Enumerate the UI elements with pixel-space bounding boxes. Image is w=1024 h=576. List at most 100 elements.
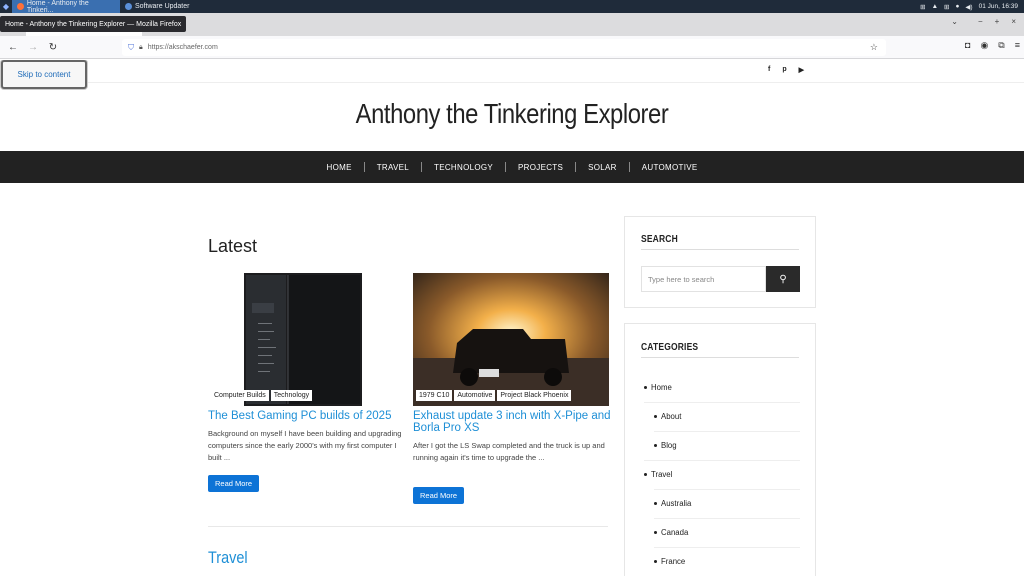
search-button[interactable]: ⚲ [766,266,800,292]
read-more-button[interactable]: Read More [413,487,465,504]
post-categories: 1979 C10 Automotive Project Black Phoeni… [416,390,572,401]
extensions-icon[interactable]: ⧉ [998,40,1004,51]
travel-section-heading[interactable]: Travel [208,548,248,568]
nav-item-projects[interactable]: PROJECTS [518,163,563,172]
tab-list-icon[interactable]: ⌄ [951,17,958,26]
category-tag[interactable]: Computer Builds [211,390,269,401]
main-navigation: HOME TRAVEL TECHNOLOGY PROJECTS SOLAR AU… [0,151,1024,183]
shield-icon[interactable]: ⛉ [128,43,134,53]
category-item-france[interactable]: France [654,557,685,566]
reload-icon[interactable]: ↻ [44,38,62,56]
category-label: About [661,412,682,421]
latest-heading: Latest [208,236,258,256]
nav-separator [628,162,630,172]
lock-icon[interactable]: 🔒︎ [139,44,143,52]
taskbar-updater-task[interactable]: Software Updater [120,0,194,13]
bullet [654,531,657,535]
web-page: Skip to content f p ▶ Anthony the Tinker… [0,60,1024,576]
category-tag[interactable]: Project Black Phoenix [497,390,572,401]
forward-icon[interactable]: → [24,38,42,56]
post-thumbnail-pc-case[interactable] [208,273,404,406]
post-excerpt: Background on myself I have been buildin… [208,429,402,462]
nav-item-technology[interactable]: TECHNOLOGY [434,163,493,172]
search-icon: ⚲ [779,273,787,285]
bullet [654,560,657,564]
skip-to-content-link[interactable]: Skip to content [1,60,87,89]
category-label: Australia [661,499,692,508]
toolbar-icons: ◘ ◉ ⧉ ≡ [965,40,1020,51]
category-item-blog[interactable]: Blog [654,441,677,450]
network-status-icon[interactable]: ⊞ [944,3,949,11]
nav-item-solar[interactable]: SOLAR [588,163,617,172]
bookmark-star-icon[interactable]: ☆ [870,42,878,53]
widget-title-rule [641,357,799,358]
minimize-icon[interactable]: − [978,17,983,26]
category-divider [654,518,800,519]
volume-icon[interactable]: ◀) [965,3,972,11]
nav-separator [421,162,423,172]
post-excerpt: After I got the LS Swap completed and th… [413,441,605,462]
category-item-canada[interactable]: Canada [654,528,688,537]
category-divider [654,489,800,490]
category-label: Home [651,383,672,392]
pc-case-image [208,273,404,406]
post-thumbnail-truck[interactable] [413,273,609,406]
nav-separator [505,162,507,172]
account-icon[interactable]: ◉ [980,40,988,51]
menu-icon[interactable]: ≡ [1015,40,1020,51]
truck-sunset-image [413,273,609,406]
nav-item-travel[interactable]: TRAVEL [377,163,409,172]
start-menu-icon[interactable]: ◆ [0,0,12,13]
youtube-icon[interactable]: ▶ [799,66,804,74]
bullet [644,386,647,390]
category-divider [654,547,800,548]
nav-separator [363,162,365,172]
close-icon[interactable]: × [1011,17,1016,26]
os-taskbar: ◆ Home - Anthony the Tinkeri... Software… [0,0,1024,14]
category-item-about[interactable]: About [654,412,681,421]
window-controls: − + × [978,17,1016,26]
post-title[interactable]: The Best Gaming PC builds of 2025 [208,410,408,422]
battery-icon[interactable]: ● [955,3,959,10]
facebook-icon[interactable]: f [768,66,770,74]
category-label: Blog [661,441,677,450]
system-tray: ⊞ ▲ ⊞ ● ◀) 01 Jun, 16:39 [920,3,1024,11]
bullet [654,444,657,448]
read-more-button[interactable]: Read More [208,475,260,492]
clock[interactable]: 01 Jun, 16:39 [979,3,1018,10]
category-tag[interactable]: Technology [270,390,313,401]
pinterest-icon[interactable]: p [782,66,786,74]
search-widget: SEARCH Type here to search ⚲ [624,216,816,308]
post-title[interactable]: Exhaust update 3 inch with X-Pipe and Bo… [413,410,613,434]
category-tag[interactable]: 1979 C10 [416,390,453,401]
browser-navbar: ← → ↻ ⛉ 🔒︎ https://akschaefer.com ☆ ◘ ◉ … [0,36,1024,59]
url-text[interactable]: https://akschaefer.com [148,44,218,51]
notification-icon[interactable]: ▲ [932,3,938,10]
nav-separator [575,162,577,172]
category-divider [644,460,800,461]
category-item-home[interactable]: Home [644,383,672,392]
network-icon[interactable]: ⊞ [920,3,925,11]
category-label: Travel [651,470,673,479]
pocket-icon[interactable]: ◘ [965,40,970,51]
bullet [654,415,657,419]
header-top-divider [0,82,1024,83]
url-bar[interactable]: ⛉ 🔒︎ https://akschaefer.com ☆ [122,39,886,56]
site-title[interactable]: Anthony the Tinkering Explorer [77,98,947,130]
window-title-tooltip: Home - Anthony the Tinkering Explorer — … [0,16,187,32]
taskbar-firefox-task[interactable]: Home - Anthony the Tinkeri... [12,0,120,14]
category-divider [644,402,800,403]
category-item-travel[interactable]: Travel [644,470,672,479]
category-item-australia[interactable]: Australia [654,499,691,508]
search-input[interactable]: Type here to search [641,266,766,292]
category-label: France [661,557,686,566]
search-widget-title: SEARCH [641,234,678,245]
maximize-icon[interactable]: + [995,17,1000,26]
bullet [654,502,657,506]
nav-item-automotive[interactable]: AUTOMOTIVE [642,163,698,172]
firefox-icon [17,3,24,10]
category-tag[interactable]: Automotive [454,390,496,401]
bullet [644,473,647,477]
back-icon[interactable]: ← [4,38,22,56]
nav-item-home[interactable]: HOME [327,163,352,172]
